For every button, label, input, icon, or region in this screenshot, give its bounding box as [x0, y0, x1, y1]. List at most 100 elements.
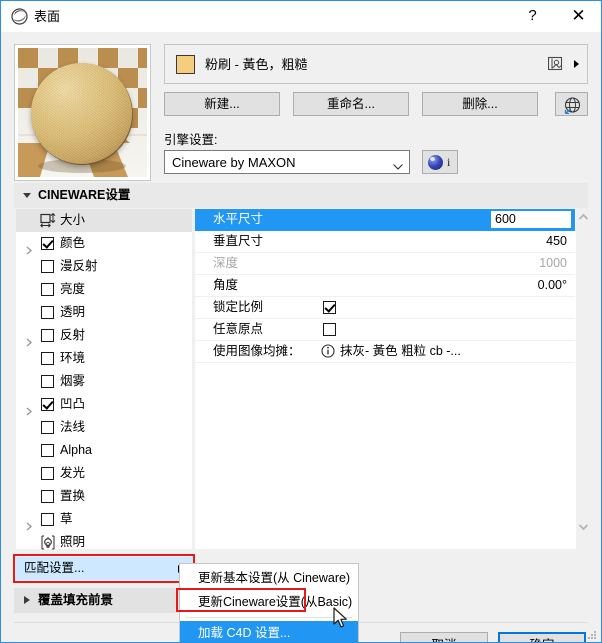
channel-checkbox[interactable] — [41, 421, 54, 434]
engine-select[interactable]: Cineware by MAXON — [164, 150, 410, 174]
expand-arrow-icon[interactable] — [26, 516, 33, 531]
property-name: 深度 — [213, 256, 239, 270]
tree-item-label: 反射 — [60, 328, 86, 342]
channel-checkbox[interactable] — [41, 283, 54, 296]
expand-arrow-icon[interactable] — [26, 332, 33, 347]
property-name: 垂直尺寸 — [213, 234, 264, 248]
channel-checkbox[interactable] — [41, 237, 54, 250]
property-checkbox[interactable] — [323, 301, 336, 314]
rename-material-button[interactable]: 重命名... — [293, 92, 409, 116]
caret-right-icon[interactable] — [574, 60, 579, 68]
match-settings-label: 匹配设置... — [24, 561, 85, 575]
channel-checkbox[interactable] — [41, 467, 54, 480]
engine-settings-label: 引擎设置: — [164, 133, 218, 147]
property-row[interactable]: 角度 0.00° — [195, 275, 575, 297]
tree-item[interactable]: 法线 — [16, 416, 192, 439]
match-settings-context-menu[interactable]: 更新基本设置(从 Cineware) 更新Cineware设置(从Basic) 加载… — [179, 563, 359, 642]
size-icon — [40, 212, 56, 228]
property-row[interactable]: 垂直尺寸 450 — [195, 231, 575, 253]
channel-checkbox[interactable] — [41, 490, 54, 503]
tree-item-label: 环境 — [60, 351, 86, 365]
info-icon — [321, 344, 335, 358]
tree-item[interactable]: 发光 — [16, 462, 192, 485]
context-menu-separator — [186, 617, 352, 618]
property-checkbox[interactable] — [323, 323, 336, 336]
property-value-input[interactable]: 600 — [491, 211, 571, 228]
material-color-swatch — [176, 55, 195, 74]
channel-checkbox[interactable] — [41, 513, 54, 526]
tree-item[interactable]: 照明 — [16, 531, 192, 554]
window-title: 表面 — [34, 9, 61, 24]
channel-checkbox[interactable] — [41, 352, 54, 365]
property-row[interactable]: 深度 1000 — [195, 253, 575, 275]
caret-down-icon[interactable] — [23, 193, 31, 198]
tree-item-label: 大小 — [60, 213, 86, 227]
property-value: 0.00° — [537, 278, 567, 292]
new-material-button[interactable]: 新建... — [164, 92, 280, 116]
context-menu-item[interactable]: 更新基本设置(从 Cineware) — [180, 566, 358, 590]
chevron-down-icon[interactable] — [576, 521, 590, 535]
channel-checkbox[interactable] — [41, 398, 54, 411]
help-button[interactable]: ? — [510, 1, 555, 31]
tree-item[interactable]: 烟雾 — [16, 370, 192, 393]
caret-right-icon[interactable] — [24, 596, 30, 604]
tree-item[interactable]: 草 — [16, 508, 192, 531]
expand-arrow-icon[interactable] — [26, 401, 33, 416]
property-row[interactable]: 使用图像均摊： 抹灰- 黃色 粗粒 cb -... — [195, 341, 575, 363]
material-name-label: 粉刷 - 黃色，粗糙 — [205, 57, 308, 72]
engine-info-button[interactable]: i — [422, 150, 458, 174]
context-menu-item[interactable]: 加载 C4D 设置... — [180, 621, 358, 642]
tree-item[interactable]: 透明 — [16, 301, 192, 324]
tree-item-label: 亮度 — [60, 282, 86, 296]
material-preview-image — [18, 48, 147, 177]
tree-item-label: 漫反射 — [60, 259, 98, 273]
material-name-field[interactable]: 粉刷 - 黃色，粗糙 — [164, 44, 588, 84]
property-row[interactable]: 锁定比例 — [195, 297, 575, 319]
material-preview[interactable] — [14, 44, 151, 181]
property-row[interactable]: 任意原点 — [195, 319, 575, 341]
tree-item-label: 颜色 — [60, 236, 86, 250]
render-engine-info-icon — [428, 155, 443, 170]
channel-checkbox[interactable] — [41, 329, 54, 342]
tree-item-label: Alpha — [60, 443, 92, 457]
property-value: 抹灰- 黃色 粗粒 cb -... — [340, 344, 461, 358]
tree-item[interactable]: 颜色 — [16, 232, 192, 255]
property-name: 任意原点 — [213, 322, 264, 336]
property-name: 使用图像均摊： — [213, 344, 301, 358]
channel-checkbox[interactable] — [41, 306, 54, 319]
chevron-down-icon — [393, 159, 403, 170]
context-menu-item[interactable]: 更新Cineware设置(从Basic) — [180, 590, 358, 614]
ok-button[interactable]: 确定 — [498, 632, 586, 642]
tree-item-label: 发光 — [60, 466, 86, 480]
channel-tree[interactable]: 大小 颜色 漫反射 亮度 透明 反射 环境 烟雾 凹凸 法线 Alpha 发光 置换草照明 — [16, 209, 192, 550]
engine-select-value: Cineware by MAXON — [172, 155, 296, 170]
properties-scrollbar[interactable] — [575, 209, 589, 549]
tree-item-label: 凹凸 — [60, 397, 86, 411]
tree-item[interactable]: 环境 — [16, 347, 192, 370]
cineware-section-header[interactable]: CINEWARE设置 — [14, 183, 588, 208]
tree-item[interactable]: 置换 — [16, 485, 192, 508]
lamp-icon — [40, 535, 55, 550]
match-settings-button[interactable]: 匹配设置... — [16, 557, 192, 580]
channel-checkbox[interactable] — [41, 444, 54, 457]
tree-item[interactable]: 亮度 — [16, 278, 192, 301]
property-row[interactable]: 水平尺寸 600 — [195, 209, 575, 231]
resize-grip[interactable] — [587, 629, 597, 639]
delete-material-button[interactable]: 删除... — [422, 92, 538, 116]
globe-link-icon[interactable] — [555, 92, 588, 116]
overlay-section-header[interactable]: 覆盖填充前景 — [14, 588, 192, 613]
chevron-up-icon[interactable] — [576, 211, 590, 225]
close-button[interactable]: ✕ — [556, 1, 601, 31]
tree-item[interactable]: 凹凸 — [16, 393, 192, 416]
properties-list[interactable]: 水平尺寸 600 垂直尺寸 450 深度 1000 角度 0.00° 锁定比例任意原点使用图像均… — [195, 209, 575, 549]
channel-checkbox[interactable] — [41, 375, 54, 388]
tree-item[interactable]: Alpha — [16, 439, 192, 462]
tree-item[interactable]: 漫反射 — [16, 255, 192, 278]
tree-item[interactable]: 大小 — [16, 209, 192, 232]
channel-checkbox[interactable] — [41, 260, 54, 273]
cancel-button[interactable]: 取消 — [400, 632, 488, 642]
image-picker-icon[interactable] — [547, 56, 565, 73]
tree-item[interactable]: 反射 — [16, 324, 192, 347]
tree-item-label: 置换 — [60, 489, 86, 503]
expand-arrow-icon[interactable] — [26, 240, 33, 255]
